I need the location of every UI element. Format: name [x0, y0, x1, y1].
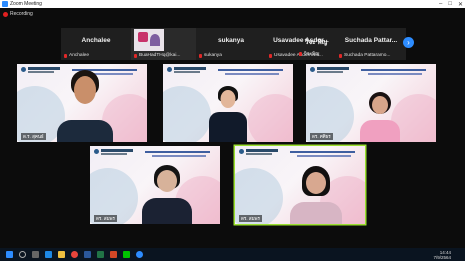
participant-name: sukanya — [217, 37, 245, 44]
word-icon[interactable] — [84, 251, 91, 258]
participant-label: วิจะพิญ — [304, 52, 320, 57]
seal-icon — [94, 149, 99, 154]
next-page-arrow-icon[interactable]: › — [403, 37, 414, 48]
mic-muted-icon — [299, 52, 302, 56]
mic-muted-icon — [269, 53, 272, 58]
participant-video — [209, 82, 247, 142]
zoom-logo-icon — [2, 1, 8, 7]
title-bar: Zoom Meeting – □ ✕ — [0, 0, 465, 8]
recording-indicator[interactable]: Recording — [3, 11, 33, 17]
zoom-icon[interactable] — [136, 251, 143, 258]
taskbar — [0, 248, 465, 261]
powerpoint-icon[interactable] — [110, 251, 117, 258]
edge-icon[interactable] — [45, 251, 52, 258]
participant-label: Suchada Pattaramo... — [344, 53, 391, 58]
strip-participant[interactable]: วิจะ พิญ วิจะพิญ — [296, 28, 336, 60]
video-tile-active[interactable]: ดร. สมพร — [235, 146, 365, 224]
window-title: Zoom Meeting — [10, 1, 42, 7]
participant-tag: ดร. ศศิธร — [310, 133, 333, 140]
strip-participant[interactable]: sukanya sukanya — [196, 28, 266, 60]
seal-icon — [21, 67, 26, 72]
participant-tag: ดร. สมพร — [94, 215, 117, 222]
video-tile[interactable] — [163, 64, 293, 142]
system-clock[interactable]: 14:44 7/9/2564 — [433, 250, 451, 260]
mic-muted-icon — [134, 53, 137, 58]
video-tile[interactable]: ดร. สมพร — [90, 146, 220, 224]
seal-icon — [239, 149, 244, 154]
folder-icon[interactable] — [58, 251, 65, 258]
participant-name: วิจะ พิญ — [304, 39, 328, 46]
recording-label: Recording — [10, 11, 33, 17]
seal-icon — [167, 67, 172, 72]
participant-name: Anchalee — [81, 37, 111, 44]
participant-video — [134, 29, 164, 51]
maximize-icon[interactable]: □ — [448, 1, 452, 7]
participant-label: BuaHadTHq@kai... — [139, 53, 181, 58]
search-icon[interactable] — [19, 251, 26, 258]
mic-muted-icon — [199, 53, 202, 58]
mic-muted-icon — [339, 53, 342, 58]
video-tile[interactable]: ด.ร. สุคนธ์ — [17, 64, 147, 142]
participant-video — [360, 90, 400, 142]
strip-participant[interactable]: Suchada Pattar... Suchada Pattaramo... — [336, 28, 406, 60]
participant-name: Suchada Pattar... — [344, 37, 398, 44]
mic-muted-icon — [64, 53, 67, 58]
line-icon[interactable] — [123, 251, 130, 258]
task-view-icon[interactable] — [32, 251, 39, 258]
participant-video — [290, 164, 342, 224]
windows-icon[interactable] — [6, 251, 13, 258]
close-icon[interactable]: ✕ — [458, 1, 463, 8]
participant-tag: ดร. สมพร — [239, 215, 262, 222]
video-tile[interactable]: ดร. ศศิธร — [306, 64, 436, 142]
clock-date: 7/9/2564 — [433, 255, 451, 260]
strip-participant[interactable]: Anchalee Anchalee — [61, 28, 131, 60]
participant-video — [57, 64, 113, 142]
participant-tag: ด.ร. สุคนธ์ — [21, 133, 46, 140]
seal-icon — [310, 67, 315, 72]
strip-participant[interactable]: BuaHadTHq@kai... — [131, 28, 201, 60]
participant-video — [142, 162, 192, 224]
excel-icon[interactable] — [97, 251, 104, 258]
record-dot-icon — [3, 11, 8, 17]
participant-label: sukanya — [204, 53, 222, 58]
minimize-icon[interactable]: – — [439, 1, 442, 7]
chrome-icon[interactable] — [71, 251, 78, 258]
participant-label: Anchalee — [69, 53, 90, 58]
